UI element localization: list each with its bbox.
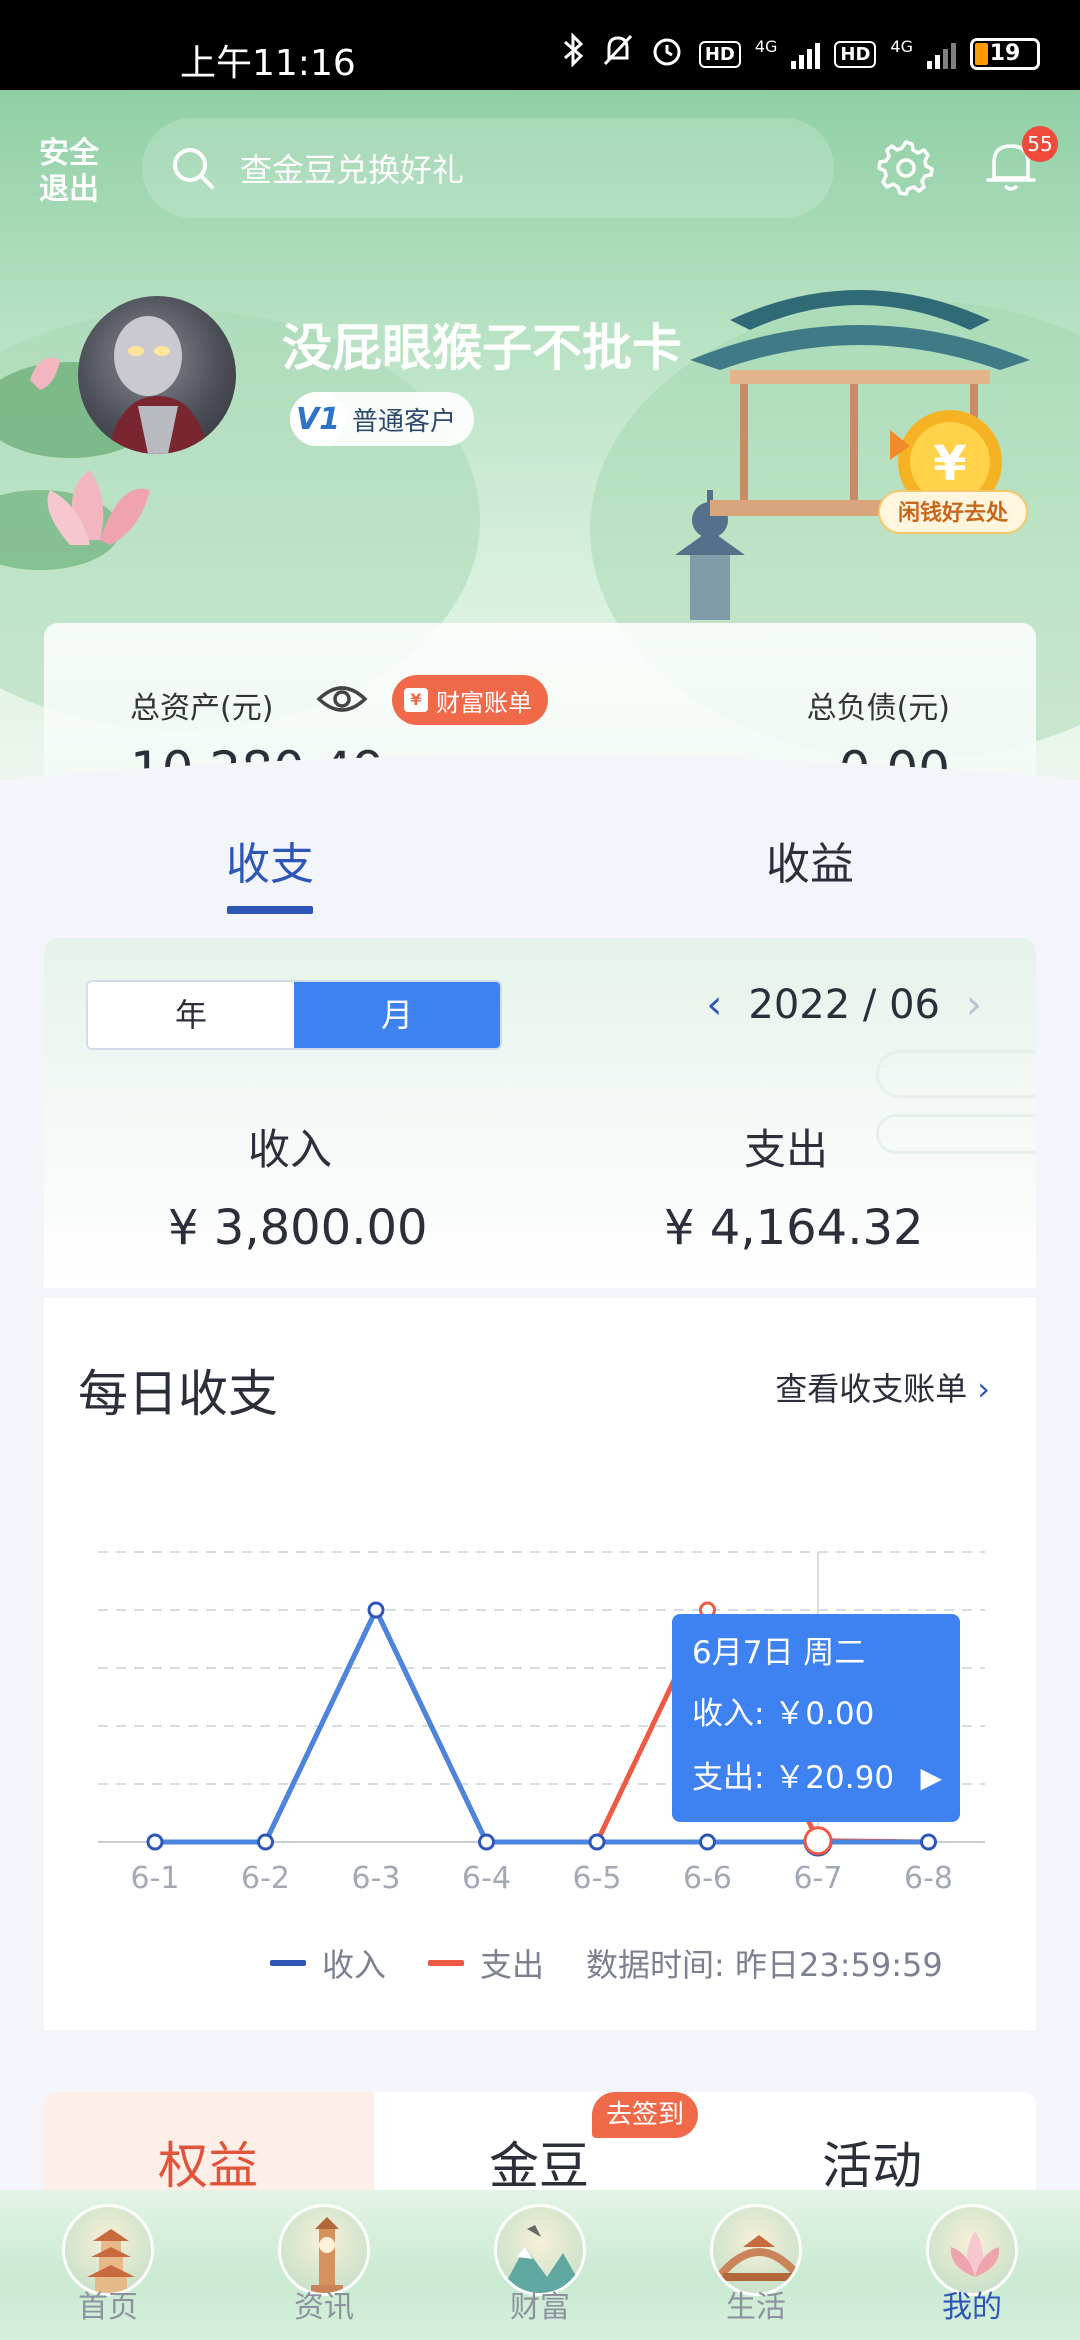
active-tab-indicator (227, 906, 313, 914)
wealth-bill-button[interactable]: ¥ 财富账单 (392, 675, 548, 725)
bluetooth-icon (561, 32, 587, 76)
signal-icon (791, 39, 821, 69)
nav-life-label: 生活 (726, 2290, 786, 2325)
username: 没屁眼猴子不批卡 (282, 319, 682, 377)
nav-life[interactable]: 生活 (696, 2204, 816, 2326)
play-arrow-icon: ▶ (920, 1761, 942, 1794)
tab-gold-beans[interactable]: 金豆 (489, 2126, 589, 2198)
tab-earnings[interactable]: 收益 (766, 828, 854, 892)
tooltip-date: 6月7日 周二 (692, 1635, 866, 1671)
search-placeholder: 查金豆兑换好礼 (240, 151, 465, 189)
customer-level-label: 普通客户 (352, 406, 457, 437)
data-point-expense (803, 1826, 833, 1856)
tooltip-income: 收入: ￥0.00 (692, 1696, 875, 1732)
expense-label: 支出 (744, 1125, 829, 1174)
legend-income: 收入 (270, 1940, 386, 1986)
battery-level: 19 (989, 41, 1021, 66)
network-type-2: 4G (890, 36, 913, 56)
data-point-income (146, 1833, 164, 1851)
rewards-tabs: 权益 金豆 活动 (44, 2092, 1036, 2202)
status-time: 上午11:16 (180, 43, 356, 84)
x-tick-label: 6-3 (352, 1861, 401, 1896)
vip-level-icon: V1 (290, 392, 346, 446)
settings-gear-icon[interactable] (876, 136, 936, 196)
monthly-summary-card: 年 月 ‹ 2022 / 06 › 收入 支出 ¥ 3,800.00 ¥ 4,1… (44, 938, 1036, 1288)
tab-rights[interactable]: 权益 (158, 2126, 258, 2198)
logout-button[interactable]: 安全退出 (34, 136, 104, 208)
x-tick-label: 6-5 (573, 1861, 622, 1896)
network-type-1: 4G (754, 36, 778, 56)
nav-home[interactable]: 首页 (48, 2204, 168, 2326)
avatar[interactable] (78, 296, 236, 454)
data-point-income (588, 1833, 606, 1851)
status-icons: HD 4G HD 4G 19 (561, 32, 1040, 76)
tab-income-expense[interactable]: 收支 (226, 828, 314, 892)
wealth-bill-label: 财富账单 (436, 688, 532, 717)
legend-expense-label: 支出 (480, 1946, 545, 1984)
mute-bell-icon (601, 32, 635, 76)
search-icon (173, 148, 214, 189)
data-point-income (478, 1833, 495, 1851)
data-time: 数据时间: 昨日23:59:59 (586, 1946, 943, 1984)
hd-badge-2: HD (834, 40, 877, 68)
nav-home-label: 首页 (78, 2290, 138, 2325)
x-tick-label: 6-2 (241, 1861, 290, 1896)
bill-icon: ¥ (404, 688, 428, 712)
battery-icon: 19 (970, 38, 1040, 70)
header-curve (0, 740, 1080, 820)
tooltip-expense: 支出: ￥20.90 (692, 1760, 895, 1796)
year-toggle-button[interactable]: 年 (88, 982, 294, 1048)
period-toggle: 年 月 (86, 980, 502, 1050)
signal-icon-2 (927, 39, 956, 69)
tab-activities[interactable]: 活动 (822, 2126, 922, 2198)
nav-news[interactable]: 资讯 (264, 2204, 384, 2326)
income-label: 收入 (248, 1125, 333, 1174)
previous-month-chevron-icon[interactable]: ‹ (706, 982, 722, 1028)
x-tick-label: 6-6 (683, 1861, 732, 1896)
chart-legend: 收入 支出 数据时间: 昨日23:59:59 (270, 1940, 943, 1986)
profile-header: ¥ 闲钱好去处 安全退出 查金豆兑换好礼 55 没屁眼猴子不批卡 V1 普通客户… (0, 90, 1080, 790)
chart-tooltip[interactable]: 6月7日 周二 收入: ￥0.00 支出: ￥20.90 ▶ (672, 1614, 960, 1822)
idle-money-promo-button[interactable]: 闲钱好去处 (878, 490, 1028, 534)
legend-income-label: 收入 (322, 1946, 387, 1984)
x-tick-label: 6-4 (462, 1861, 511, 1896)
hd-badge-1: HD (698, 40, 741, 68)
signin-badge[interactable]: 去签到 (592, 2092, 699, 2138)
nav-mine[interactable]: 我的 (912, 2204, 1032, 2326)
data-point-income (367, 1601, 385, 1619)
x-tick-label: 6-1 (131, 1861, 180, 1896)
data-point-income (699, 1833, 716, 1851)
income-value: ¥ 3,800.00 (168, 1200, 428, 1256)
view-bill-link[interactable]: 查看收支账单 › (775, 1364, 990, 1410)
view-bill-label: 查看收支账单 (775, 1370, 968, 1408)
notification-count-badge: 55 (1022, 126, 1058, 162)
nav-mine-label: 我的 (942, 2290, 1002, 2325)
x-tick-label: 6-7 (794, 1861, 843, 1896)
current-period: 2022 / 06 (748, 982, 940, 1028)
legend-expense: 支出 (428, 1940, 544, 1986)
data-point-income (257, 1833, 274, 1851)
bottom-navigation: 首页 资讯 财富 生活 我的 (0, 2190, 1080, 2340)
month-toggle-button[interactable]: 月 (294, 982, 500, 1048)
avatar-image-icon (108, 316, 208, 454)
customer-level-tag[interactable]: V1 普通客户 (290, 392, 475, 446)
visibility-eye-icon[interactable] (316, 679, 368, 719)
x-tick-label: 6-8 (904, 1861, 953, 1896)
alarm-icon (649, 32, 685, 76)
next-month-chevron-icon[interactable]: › (966, 982, 982, 1028)
total-liabilities-label: 总负债(元) (806, 691, 950, 726)
expense-value: ¥ 4,164.32 (664, 1200, 924, 1256)
chevron-right-icon: › (977, 1370, 990, 1408)
search-bar[interactable]: 查金豆兑换好礼 (142, 118, 834, 218)
data-point-income (920, 1833, 937, 1851)
nav-news-label: 资讯 (294, 2290, 354, 2325)
nav-wealth[interactable]: 财富 (480, 2204, 600, 2326)
nav-wealth-label: 财富 (510, 2290, 570, 2325)
status-bar: 上午11:16 HD 4G HD 4G 19 (0, 0, 1080, 90)
total-assets-label: 总资产(元) (130, 691, 274, 726)
month-navigator: ‹ 2022 / 06 › (706, 982, 982, 1028)
daily-chart-title: 每日收支 (78, 1365, 278, 1423)
svg-text:¥: ¥ (933, 436, 966, 492)
